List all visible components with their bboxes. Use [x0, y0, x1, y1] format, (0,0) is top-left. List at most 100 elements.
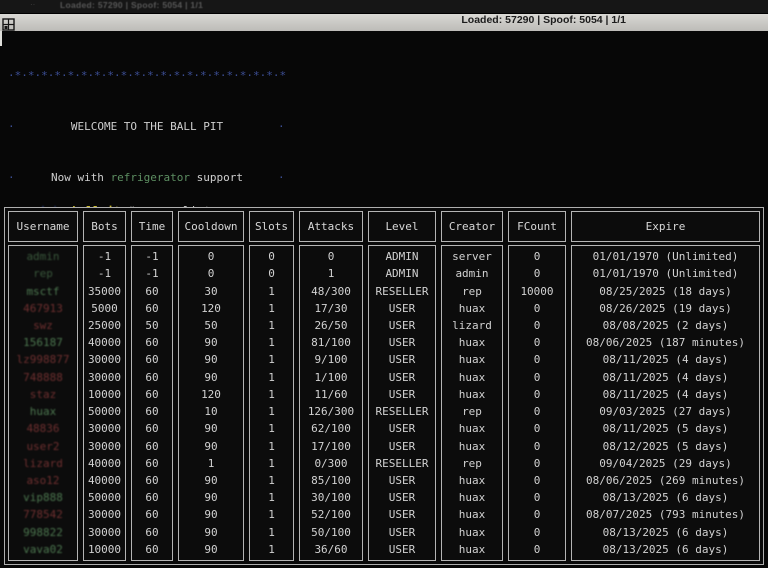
level-cell: USER	[369, 472, 435, 489]
slots-cell: 1	[250, 300, 293, 317]
level-cell: USER	[369, 506, 435, 523]
creator-cell: huax	[442, 300, 502, 317]
users-table-column-bots: -1-1350005000250004000030000300001000050…	[83, 245, 126, 561]
fcount-cell: 0	[509, 265, 565, 282]
creator-cell: huax	[442, 524, 502, 541]
cooldown-cell: 0	[179, 265, 243, 282]
creator-cell: huax	[442, 334, 502, 351]
expire-cell: 08/11/2025 (4 days)	[572, 351, 759, 368]
banner-subtitle-line: · Now with refrigerator support ·	[8, 169, 286, 186]
banner-side-dot: ·	[278, 169, 286, 186]
creator-cell: huax	[442, 386, 502, 403]
username-cell: huax	[9, 403, 77, 420]
bots-cell: 10000	[84, 386, 125, 403]
fcount-cell: 0	[509, 455, 565, 472]
username-cell: lz998877	[9, 351, 77, 368]
expire-cell: 08/25/2025 (18 days)	[572, 282, 759, 299]
time-cell: 60	[132, 437, 172, 454]
attacks-cell: 17/30	[300, 300, 362, 317]
username-cell: user2	[9, 437, 77, 454]
window-titlebar: ·· Loaded: 57290 | Spoof: 5054 | 1/1	[0, 0, 768, 14]
cooldown-cell: 90	[179, 489, 243, 506]
slots-cell: 1	[250, 489, 293, 506]
users-table-column-time: -1-160605060606060606060606060606060	[131, 245, 173, 561]
username-cell: 467913	[9, 300, 77, 317]
grid-window-icon[interactable]	[2, 16, 15, 29]
username-cell: 998822	[9, 524, 77, 541]
level-cell: USER	[369, 437, 435, 454]
time-cell: 60	[132, 506, 172, 523]
users-table-column-slots: 001111111111111111	[249, 245, 294, 561]
cooldown-cell: 90	[179, 524, 243, 541]
fcount-cell: 0	[509, 506, 565, 523]
slots-cell: 0	[250, 248, 293, 265]
username-cell: aso12	[9, 472, 77, 489]
creator-cell: rep	[442, 455, 502, 472]
expire-cell: 01/01/1970 (Unlimited)	[572, 265, 759, 282]
column-header-fcount: FCount	[508, 211, 566, 242]
username-cell: 748888	[9, 369, 77, 386]
left-edge-highlight	[0, 31, 2, 46]
slots-cell: 0	[250, 265, 293, 282]
bots-cell: -1	[84, 248, 125, 265]
column-header-level: Level	[368, 211, 436, 242]
tab-bar: Loaded: 57290 | Spoof: 5054 | 1/1	[0, 14, 768, 31]
level-cell: USER	[369, 386, 435, 403]
banner-subtitle: Now with refrigerator support	[16, 169, 278, 186]
level-cell: RESELLER	[369, 455, 435, 472]
slots-cell: 1	[250, 541, 293, 558]
creator-cell: rep	[442, 282, 502, 299]
slots-cell: 1	[250, 472, 293, 489]
cooldown-cell: 0	[179, 248, 243, 265]
bots-cell: 30000	[84, 351, 125, 368]
expire-cell: 08/12/2025 (5 days)	[572, 437, 759, 454]
slots-cell: 1	[250, 282, 293, 299]
expire-cell: 08/11/2025 (4 days)	[572, 386, 759, 403]
expire-cell: 08/06/2025 (187 minutes)	[572, 334, 759, 351]
creator-cell: huax	[442, 541, 502, 558]
level-cell: USER	[369, 524, 435, 541]
banner-title-line: · WELCOME TO THE BALL PIT ·	[8, 118, 286, 135]
users-table: UsernameBotsTimeCooldownSlotsAttacksLeve…	[4, 207, 764, 565]
attacks-cell: 50/100	[300, 524, 362, 541]
cooldown-cell: 90	[179, 369, 243, 386]
level-cell: USER	[369, 300, 435, 317]
loaded-spoof-status: Loaded: 57290 | Spoof: 5054 | 1/1	[461, 14, 626, 26]
username-cell: admin	[9, 248, 77, 265]
fcount-cell: 0	[509, 524, 565, 541]
time-cell: 60	[132, 489, 172, 506]
bots-cell: 40000	[84, 472, 125, 489]
attacks-cell: 62/100	[300, 420, 362, 437]
time-cell: 50	[132, 317, 172, 334]
expire-cell: 08/13/2025 (6 days)	[572, 524, 759, 541]
fcount-cell: 0	[509, 369, 565, 386]
time-cell: 60	[132, 351, 172, 368]
banner-title: WELCOME TO THE BALL PIT	[16, 118, 278, 135]
attacks-cell: 81/100	[300, 334, 362, 351]
time-cell: 60	[132, 524, 172, 541]
column-header-bots: Bots	[83, 211, 126, 242]
bots-cell: 50000	[84, 403, 125, 420]
creator-cell: rep	[442, 403, 502, 420]
attacks-cell: 11/60	[300, 386, 362, 403]
attacks-cell: 85/100	[300, 472, 362, 489]
banner-side-dot: ·	[278, 118, 286, 135]
subtitle-suffix: support	[190, 171, 243, 184]
expire-cell: 08/08/2025 (2 days)	[572, 317, 759, 334]
username-cell: staz	[9, 386, 77, 403]
expire-cell: 08/11/2025 (4 days)	[572, 369, 759, 386]
users-table-column-creator: serveradminrephuaxlizardhuaxhuaxhuaxhuax…	[441, 245, 503, 561]
expire-cell: 08/13/2025 (6 days)	[572, 489, 759, 506]
bots-cell: 35000	[84, 282, 125, 299]
username-cell: vava02	[9, 541, 77, 558]
bots-cell: 30000	[84, 524, 125, 541]
username-cell: 48836	[9, 420, 77, 437]
level-cell: USER	[369, 489, 435, 506]
level-cell: RESELLER	[369, 282, 435, 299]
fcount-cell: 0	[509, 541, 565, 558]
cooldown-cell: 90	[179, 351, 243, 368]
bots-cell: 40000	[84, 455, 125, 472]
attacks-cell: 36/60	[300, 541, 362, 558]
slots-cell: 1	[250, 334, 293, 351]
users-table-column-cooldown: 00301205090909012010909019090909090	[178, 245, 244, 561]
